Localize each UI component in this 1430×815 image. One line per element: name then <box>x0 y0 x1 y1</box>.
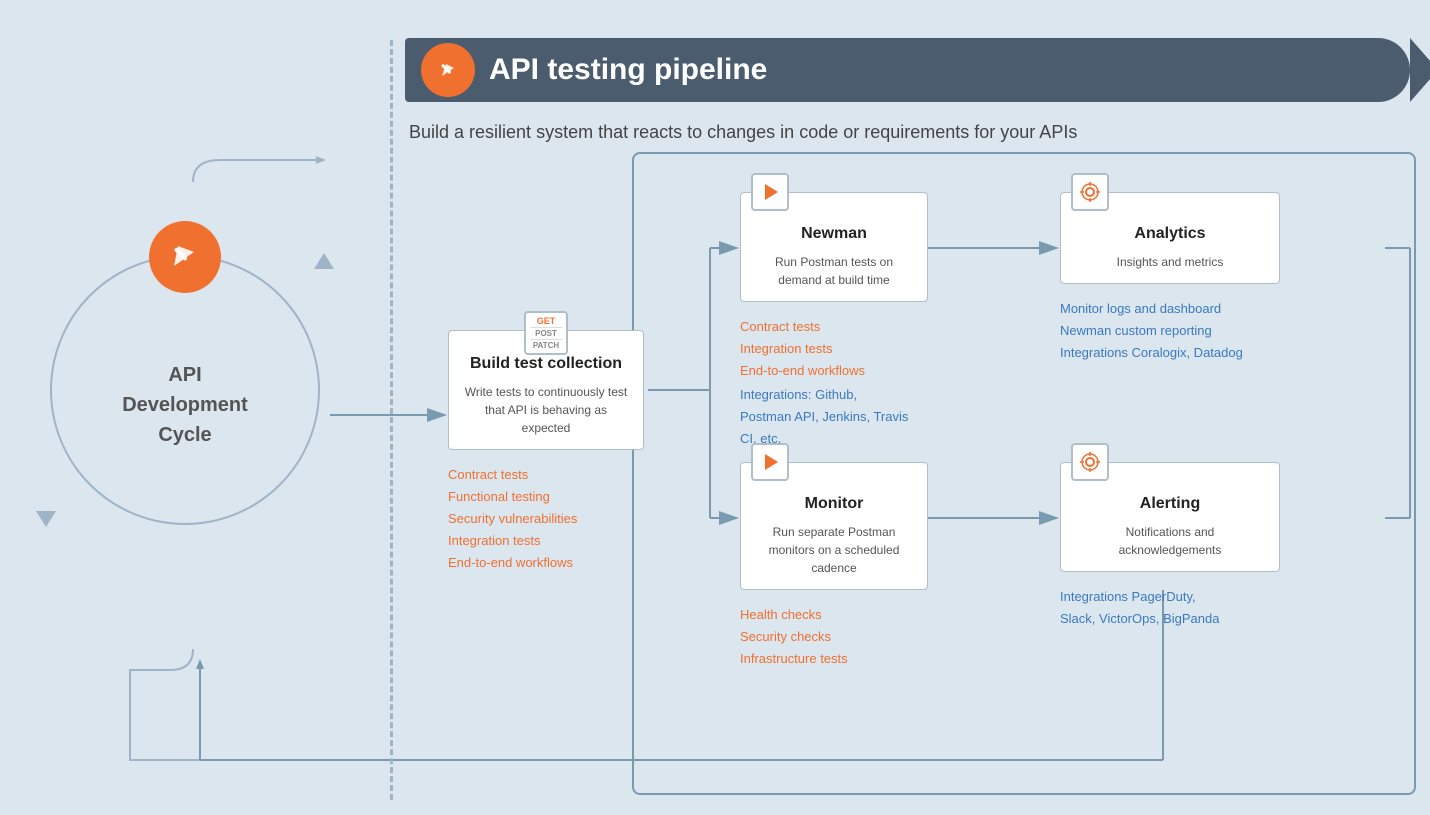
monitor-card: Monitor Run separate Postman monitors on… <box>740 462 928 590</box>
analytics-title: Analytics <box>1075 225 1265 243</box>
cycle-text: API Development Cycle <box>122 360 248 450</box>
list-item: Contract tests <box>740 316 928 338</box>
pipeline-arrow-banner: API testing pipeline <box>405 38 1410 102</box>
main-container: API testing pipeline Build a resilient s… <box>0 0 1430 815</box>
build-test-section: GET POST PATCH Build test collection Wri… <box>448 330 644 574</box>
list-item: Infrastructure tests <box>740 648 928 670</box>
list-item: Functional testing <box>448 486 644 508</box>
list-item: Monitor logs and dashboard <box>1060 298 1280 320</box>
cycle-down-arrow-icon <box>36 511 56 527</box>
pipeline-header: API testing pipeline Build a resilient s… <box>405 38 1410 143</box>
settings-icon <box>1079 181 1101 203</box>
newman-blue-list: Integrations: Github, Postman API, Jenki… <box>740 384 928 450</box>
list-item: Slack, VictorOps, BigPanda <box>1060 608 1280 630</box>
list-item: Security checks <box>740 626 928 648</box>
build-test-desc: Write tests to continuously test that AP… <box>463 383 629 437</box>
list-item: Integration tests <box>448 530 644 552</box>
analytics-icon <box>1071 173 1109 211</box>
alerting-desc: Notifications and acknowledgements <box>1075 523 1265 559</box>
pipeline-icon <box>421 43 475 97</box>
alerting-title: Alerting <box>1075 495 1265 513</box>
analytics-blue-list: Monitor logs and dashboard Newman custom… <box>1060 298 1280 364</box>
newman-card: Newman Run Postman tests on demand at bu… <box>740 192 928 302</box>
newman-desc: Run Postman tests on demand at build tim… <box>755 253 913 289</box>
list-item: Newman custom reporting <box>1060 320 1280 342</box>
alerting-icon <box>1071 443 1109 481</box>
build-test-orange-list: Contract tests Functional testing Securi… <box>448 464 644 574</box>
monitor-desc: Run separate Postman monitors on a sched… <box>755 523 913 577</box>
monitor-orange-list: Health checks Security checks Infrastruc… <box>740 604 928 670</box>
newman-orange-list: Contract tests Integration tests End-to-… <box>740 316 928 382</box>
build-test-title: Build test collection <box>463 355 629 373</box>
list-item: End-to-end workflows <box>448 552 644 574</box>
list-item: End-to-end workflows <box>740 360 928 382</box>
list-item: Integrations PagerDuty, <box>1060 586 1280 608</box>
cycle-up-arrow-icon <box>314 253 334 269</box>
alerting-section: Alerting Notifications and acknowledgeme… <box>1060 462 1280 630</box>
patch-label: PATCH <box>533 341 559 350</box>
postman-icon <box>432 54 464 86</box>
monitor-title: Monitor <box>755 495 913 513</box>
build-test-icon: GET POST PATCH <box>524 311 568 355</box>
analytics-card: Analytics Insights and metrics <box>1060 192 1280 284</box>
monitor-section: Monitor Run separate Postman monitors on… <box>740 462 928 670</box>
newman-section: Newman Run Postman tests on demand at bu… <box>740 192 928 451</box>
alerting-blue-list: Integrations PagerDuty, Slack, VictorOps… <box>1060 586 1280 630</box>
list-item: Contract tests <box>448 464 644 486</box>
alerting-card: Alerting Notifications and acknowledgeme… <box>1060 462 1280 572</box>
cycle-top-icon <box>149 221 221 293</box>
build-test-card: GET POST PATCH Build test collection Wri… <box>448 330 644 450</box>
get-post-icon-box: GET POST PATCH <box>524 311 568 355</box>
newman-title: Newman <box>755 225 913 243</box>
pipeline-subtitle: Build a resilient system that reacts to … <box>409 122 1410 143</box>
post-label: POST <box>535 329 557 338</box>
dashed-divider <box>390 40 393 800</box>
analytics-desc: Insights and metrics <box>1075 253 1265 271</box>
alerting-icon-svg <box>1079 451 1101 473</box>
left-cycle-section: API Development Cycle <box>30 150 340 630</box>
postman-cycle-icon <box>166 238 204 276</box>
play-triangle-2 <box>765 454 778 470</box>
newman-play-icon <box>751 173 789 211</box>
list-item: Health checks <box>740 604 928 626</box>
cycle-circle: API Development Cycle <box>50 255 320 525</box>
list-item: Integrations: Github, <box>740 384 928 406</box>
cycle-title: API Development Cycle <box>122 360 248 450</box>
list-item: Integrations Coralogix, Datadog <box>1060 342 1280 364</box>
monitor-play-icon <box>751 443 789 481</box>
analytics-section: Analytics Insights and metrics Monitor l… <box>1060 192 1280 364</box>
pipeline-title: API testing pipeline <box>489 53 767 87</box>
play-triangle <box>765 184 778 200</box>
list-item: Integration tests <box>740 338 928 360</box>
get-label: GET <box>537 316 556 326</box>
list-item: Security vulnerabilities <box>448 508 644 530</box>
